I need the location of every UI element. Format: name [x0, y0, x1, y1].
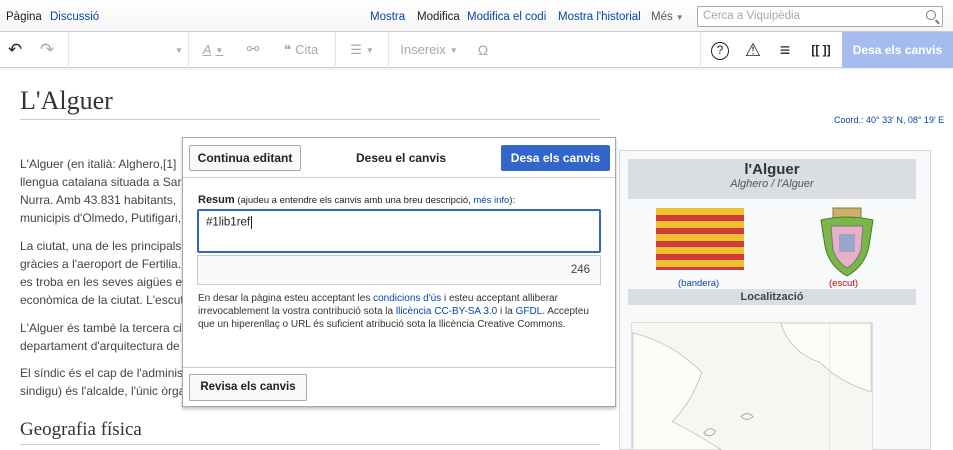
gfdl-link[interactable]: GFDL	[516, 306, 543, 317]
insert-button[interactable]: Insereix ▼	[394, 32, 464, 68]
infobox-title: l'Alguer	[744, 161, 800, 178]
tab-more-label: Més	[651, 11, 673, 23]
summary-label-title: Resum	[198, 194, 235, 206]
coat-of-arms-image[interactable]	[817, 206, 877, 278]
text-line: L'Alguer és també la tercera ci	[20, 321, 182, 335]
help-icon[interactable]: ?	[705, 32, 735, 68]
tab-edit-source[interactable]: Modifica el codi	[465, 0, 548, 32]
paragraph-format-dropdown[interactable]: ▼	[168, 32, 186, 68]
location-map[interactable]	[631, 322, 873, 450]
redo-icon[interactable]: ↷	[32, 32, 62, 68]
cite-button[interactable]: ❝ Cita	[270, 32, 332, 68]
text-line: gràcies a l'aeroport de Fertilia.	[20, 257, 182, 271]
page-options-icon[interactable]: ≡	[770, 32, 800, 68]
cc-by-sa-link[interactable]: llicència CC-BY-SA 3.0	[396, 306, 497, 317]
summary-input-text: #1lib1ref	[206, 216, 253, 229]
text-line: La ciutat, una de les principals	[20, 239, 182, 253]
tab-discussion[interactable]: Discussió	[48, 0, 101, 32]
flag-caption[interactable]: (bandera)	[678, 278, 719, 289]
text-style-button[interactable]: A ▼	[193, 32, 233, 68]
license-text: En desar la pàgina esteu acceptant les	[198, 293, 374, 304]
tab-show[interactable]: Mostra	[368, 0, 407, 32]
infobox-header: l'Alguer Alghero / l'Alguer	[628, 159, 916, 199]
list-icon: ☰	[350, 42, 362, 57]
save-dialog: Continua editant Deseu el canvis Desa el…	[182, 137, 616, 407]
more-info-link[interactable]: més info	[473, 195, 509, 206]
text-line: L'Alguer (en italià: Alghero,[1]	[20, 157, 177, 171]
location-header: Localització	[628, 289, 916, 305]
link-icon[interactable]: ⚯	[240, 32, 266, 68]
text-line: llengua catalana situada a Sar	[20, 175, 182, 189]
shield-caption[interactable]: (escut)	[829, 278, 858, 289]
summary-hint-end: ):	[509, 195, 516, 206]
wikitext-icon[interactable]: [[ ]]	[804, 32, 838, 68]
undo-icon[interactable]: ↶	[0, 32, 30, 68]
dialog-title: Deseu el canvis	[356, 151, 447, 165]
character-count: 246	[570, 264, 590, 276]
chevron-down-icon: ▼	[365, 45, 374, 55]
tab-more[interactable]: Més ▼	[649, 0, 686, 32]
text-line: econòmica de la ciutat. L'escut	[20, 293, 184, 307]
continue-editing-button[interactable]: Continua editant	[189, 145, 301, 171]
tab-page[interactable]: Pàgina	[4, 0, 44, 32]
paragraph-intro: L'Alguer (en italià: Alghero,[1] llengua…	[20, 155, 185, 227]
page-title: L'Alguer	[20, 86, 113, 115]
dialog-header: Continua editant Deseu el canvis Desa el…	[183, 138, 615, 178]
save-changes-toolbar-button[interactable]: Desa els canvis	[842, 32, 953, 68]
save-changes-button[interactable]: Desa els canvis	[501, 145, 610, 171]
toolbar-divider	[700, 32, 701, 68]
toolbar-divider	[335, 32, 336, 68]
text-cursor	[251, 216, 253, 229]
top-navigation: Pàgina Discussió Mostra Modifica Modific…	[0, 0, 953, 32]
chevron-down-icon: ▼	[175, 45, 183, 55]
terms-of-use-link[interactable]: condicions d'ús	[373, 293, 441, 304]
license-notice: En desar la pàgina esteu acceptant les c…	[198, 292, 598, 331]
text-line: departament d'arquitectura de	[20, 339, 180, 353]
summary-value: #1lib1ref	[206, 216, 251, 229]
license-text: i la	[497, 306, 516, 317]
warning-icon[interactable]: ⚠	[738, 32, 768, 68]
insert-label: Insereix	[400, 42, 446, 57]
text-line: El síndic és el cap de l'adminis	[20, 366, 184, 380]
infobox: l'Alguer Alghero / l'Alguer (bandera) (e…	[619, 150, 931, 450]
section-heading: Geografia física	[20, 419, 142, 440]
summary-input[interactable]: #1lib1ref	[197, 209, 601, 253]
coordinates-link[interactable]: Coord.: 40° 33′ N, 08° 19′ E	[834, 115, 944, 125]
text-line: Nurra. Amb 43.831 habitants,	[20, 193, 177, 207]
search-placeholder: Cerca a Viquipèdia	[703, 10, 800, 22]
paragraph-economy: La ciutat, una de les principals gràcies…	[20, 237, 185, 309]
help-icon-glyph: ?	[711, 41, 729, 60]
dialog-footer-divider	[183, 367, 615, 368]
text-style-icon: A	[202, 42, 212, 57]
chevron-down-icon: ▼	[215, 45, 224, 55]
chevron-down-icon: ▼	[675, 13, 684, 22]
toolbar-divider	[188, 32, 189, 68]
chevron-down-icon: ▼	[449, 45, 458, 55]
flag-image[interactable]	[656, 208, 744, 270]
editor-toolbar: ↶ ↷ ▼ A ▼ ⚯ ❝ Cita ☰ ▼ Insereix ▼ Ω ? ⚠ ≡ […	[0, 32, 953, 68]
toolbar-divider	[388, 32, 389, 68]
review-changes-button[interactable]: Revisa els canvis	[189, 374, 307, 401]
text-line: municipis d'Olmedo, Putifigari,	[20, 211, 182, 225]
section-divider	[20, 444, 600, 445]
tab-history[interactable]: Mostra l'historial	[556, 0, 643, 32]
text-line: sindigu) és l'alcalde, l'únic òrga	[20, 384, 185, 398]
omega-icon[interactable]: Ω	[470, 32, 496, 68]
summary-label: Resum (ajudeu a entendre els canvis amb …	[198, 194, 515, 206]
summary-hint: (ajudeu a entendre els canvis amb una br…	[234, 195, 474, 206]
paragraph-government: El síndic és el cap de l'adminis sindigu…	[20, 364, 185, 400]
search-input[interactable]: Cerca a Viquipèdia	[697, 6, 943, 27]
paragraph-city: L'Alguer és també la tercera ci departam…	[20, 319, 185, 355]
character-counter-bar: 246	[197, 255, 601, 285]
cite-label: Cita	[295, 42, 319, 57]
infobox-subtitle: Alghero / l'Alguer	[730, 178, 814, 190]
toolbar-divider	[68, 32, 69, 68]
list-button[interactable]: ☰ ▼	[340, 32, 384, 68]
text-line: es troba en les seves aigües e	[20, 275, 183, 289]
title-divider	[20, 119, 600, 120]
tab-edit[interactable]: Modifica	[415, 0, 462, 32]
quote-icon: ❝	[283, 42, 296, 57]
search-icon[interactable]	[926, 10, 936, 20]
